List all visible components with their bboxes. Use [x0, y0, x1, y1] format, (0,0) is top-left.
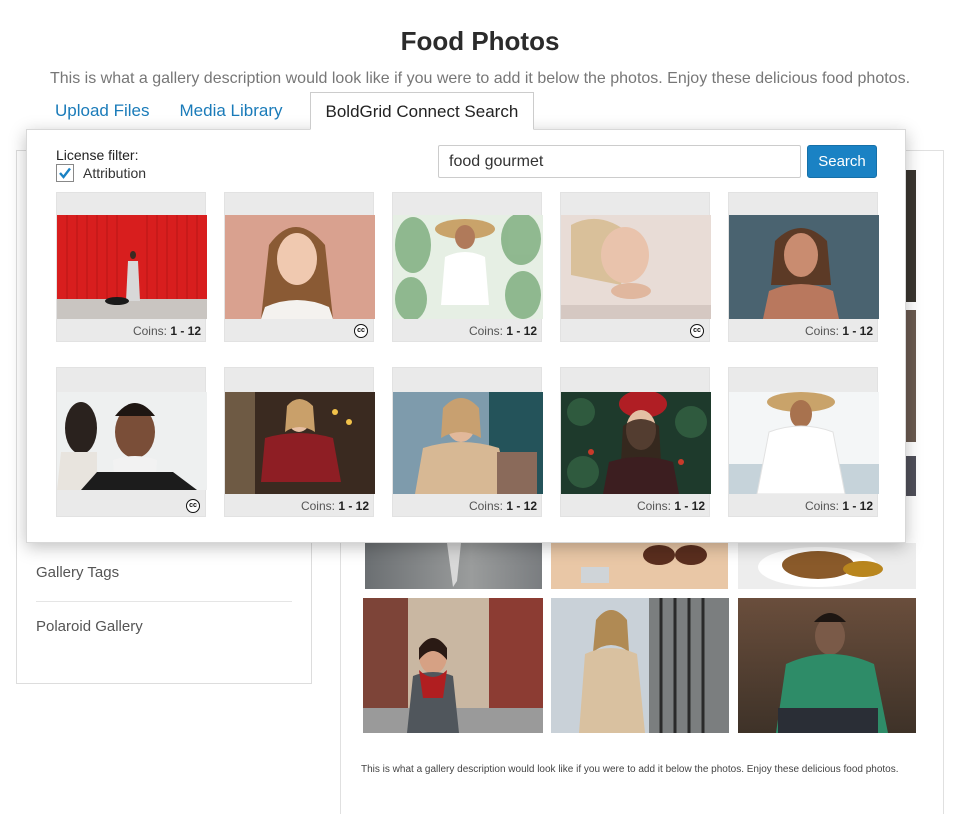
result-card[interactable]: Coins: 1 - 12 [224, 367, 375, 517]
result-thumbnail [225, 215, 375, 319]
page-title: Food Photos [400, 26, 560, 56]
search-button[interactable]: Search [807, 145, 877, 178]
gallery-description: This is what a gallery description would… [49, 70, 911, 87]
tab-boldgrid-connect-search[interactable]: BoldGrid Connect Search [309, 92, 535, 130]
coins-label: Coins: [804, 324, 839, 338]
coins-label: Coins: [132, 324, 167, 338]
attribution-cc-icon: cc [690, 324, 704, 338]
result-thumbnail [393, 392, 543, 494]
coins-price: Coins: 1 - 12 [469, 324, 537, 338]
coins-label: Coins: [468, 499, 503, 513]
checkmark-icon [59, 167, 71, 179]
gallery-photo [906, 456, 916, 496]
coins-price: Coins: 1 - 12 [805, 499, 873, 513]
result-card[interactable]: cc [560, 192, 711, 342]
sidebar-divider [36, 601, 292, 602]
coins-label: Coins: [468, 324, 503, 338]
gallery-photo-food-2 [551, 543, 728, 589]
media-tabs: Upload Files Media Library BoldGrid Conn… [40, 92, 535, 130]
gallery-photo-woman-trench [551, 598, 729, 733]
gallery-photo-woman-green-jacket [738, 598, 916, 733]
tab-upload-files[interactable]: Upload Files [40, 92, 165, 130]
coins-range: 1 - 12 [338, 499, 369, 513]
gallery-photo-food-3 [738, 543, 916, 589]
gallery-photo [906, 170, 916, 302]
coins-price: Coins: 1 - 12 [133, 324, 201, 338]
result-thumbnail [729, 392, 879, 494]
result-card[interactable]: Coins: 1 - 12 [560, 367, 711, 517]
coins-range: 1 - 12 [506, 499, 537, 513]
coins-price: Coins: 1 - 12 [301, 499, 369, 513]
license-filter-label: License filter: [56, 147, 139, 163]
sidebar-link-gallery-tags[interactable]: Gallery Tags [36, 564, 119, 581]
boldgrid-connect-search-panel: License filter: Attribution Search Coins… [26, 129, 906, 543]
coins-label: Coins: [300, 499, 335, 513]
gallery-preview-description: This is what a gallery description would… [361, 764, 899, 775]
search-input[interactable] [438, 145, 801, 178]
sidebar-link-polaroid-gallery[interactable]: Polaroid Gallery [36, 618, 143, 635]
gallery-photo-food-1 [365, 543, 542, 589]
coins-price: Coins: 1 - 12 [469, 499, 537, 513]
result-card[interactable]: cc [56, 367, 207, 517]
coins-range: 1 - 12 [842, 324, 873, 338]
result-card[interactable]: cc [224, 192, 375, 342]
result-thumbnail [57, 215, 207, 319]
gallery-photo [906, 310, 916, 442]
attribution-cc-icon: cc [186, 499, 200, 513]
attribution-cc-icon: cc [354, 324, 368, 338]
result-card[interactable]: Coins: 1 - 12 [392, 192, 543, 342]
coins-price: Coins: 1 - 12 [637, 499, 705, 513]
attribution-label: Attribution [83, 165, 147, 181]
result-thumbnail [393, 215, 543, 319]
result-thumbnail [561, 392, 711, 494]
result-card[interactable]: Coins: 1 - 12 [56, 192, 207, 342]
coins-label: Coins: [636, 499, 671, 513]
tab-media-library[interactable]: Media Library [165, 92, 298, 130]
result-card[interactable]: Coins: 1 - 12 [728, 367, 879, 517]
attribution-checkbox[interactable] [56, 164, 74, 182]
coins-range: 1 - 12 [674, 499, 705, 513]
coins-range: 1 - 12 [170, 324, 201, 338]
result-thumbnail [561, 215, 711, 319]
coins-price: Coins: 1 - 12 [805, 324, 873, 338]
coins-range: 1 - 12 [842, 499, 873, 513]
gallery-photo-woman-red-scarf [363, 598, 543, 733]
result-thumbnail [57, 392, 207, 490]
result-card[interactable]: Coins: 1 - 12 [728, 192, 879, 342]
result-card[interactable]: Coins: 1 - 12 [392, 367, 543, 517]
coins-range: 1 - 12 [506, 324, 537, 338]
result-thumbnail [729, 215, 879, 319]
result-thumbnail [225, 392, 375, 494]
coins-label: Coins: [804, 499, 839, 513]
